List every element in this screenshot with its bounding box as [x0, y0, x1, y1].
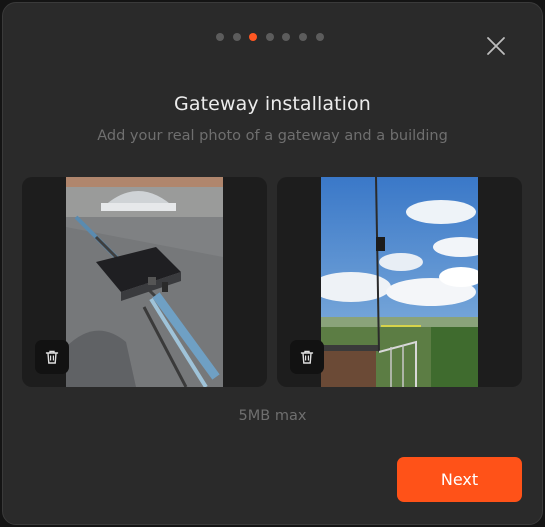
dialog-title: Gateway installation [174, 93, 371, 115]
dialog-subtitle: Add your real photo of a gateway and a b… [97, 128, 448, 144]
close-icon [487, 37, 505, 55]
delete-photo-button[interactable] [35, 340, 69, 374]
step-dot [282, 33, 291, 41]
step-dot [232, 33, 241, 41]
next-button[interactable]: Next [397, 457, 522, 502]
building-photo [321, 177, 478, 387]
step-dot [265, 33, 274, 41]
file-size-limit: 5MB max [238, 408, 307, 424]
photo-card-building [277, 177, 522, 387]
step-dot [315, 33, 324, 41]
step-indicator [216, 33, 324, 41]
trash-icon [45, 350, 59, 364]
trash-icon [300, 350, 314, 364]
step-dot [298, 33, 307, 41]
close-button[interactable] [485, 35, 507, 57]
gateway-photo [66, 177, 223, 387]
delete-photo-button[interactable] [290, 340, 324, 374]
step-dot-active [249, 33, 258, 41]
step-dot [216, 33, 224, 41]
photo-card-gateway [22, 177, 267, 387]
